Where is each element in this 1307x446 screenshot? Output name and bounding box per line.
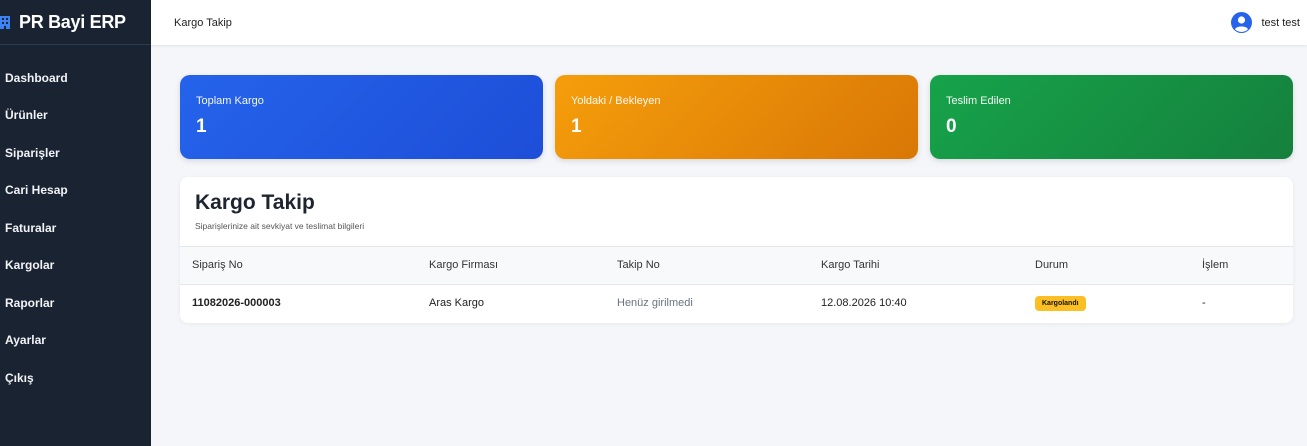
stat-card-total: Toplam Kargo 1 — [180, 75, 543, 159]
panel-header: Kargo Takip Siparişlerinize ait sevkiyat… — [180, 177, 1293, 247]
sidebar-item-dashboard[interactable]: Dashboard — [0, 59, 151, 97]
column-header-tracking-no[interactable]: Takip No — [605, 247, 809, 285]
column-header-carrier[interactable]: Kargo Firması — [417, 247, 605, 285]
cell-action: - — [1202, 297, 1206, 310]
stat-label: Teslim Edilen — [946, 95, 1011, 107]
column-header-action: İşlem — [1190, 247, 1293, 285]
shipment-panel: Kargo Takip Siparişlerinize ait sevkiyat… — [180, 177, 1293, 323]
stat-card-delivered: Teslim Edilen 0 — [930, 75, 1293, 159]
topbar: Kargo Takip test test — [151, 0, 1307, 45]
sidebar-item-reports[interactable]: Raporlar — [0, 284, 151, 322]
cell-date: 12.08.2026 10:40 — [821, 297, 907, 310]
stat-card-pending: Yoldaki / Bekleyen 1 — [555, 75, 918, 159]
column-header-date[interactable]: Kargo Tarihi — [809, 247, 1023, 285]
user-menu[interactable]: test test — [1231, 12, 1300, 33]
sidebar-item-shipments[interactable]: Kargolar — [0, 247, 151, 285]
sidebar-item-invoices[interactable]: Faturalar — [0, 209, 151, 247]
cell-carrier: Aras Kargo — [429, 297, 485, 310]
building-icon — [0, 15, 10, 29]
stat-value: 1 — [196, 116, 207, 137]
stat-value: 1 — [571, 116, 582, 137]
page-title: Kargo Takip — [174, 16, 232, 29]
stat-label: Toplam Kargo — [196, 95, 264, 107]
stat-label: Yoldaki / Bekleyen — [571, 95, 661, 107]
sidebar-item-logout[interactable]: Çıkış — [0, 359, 151, 397]
user-circle-icon — [1231, 12, 1253, 33]
sidebar-item-orders[interactable]: Siparişler — [0, 134, 151, 172]
sidebar-item-accounts[interactable]: Cari Hesap — [0, 172, 151, 210]
table-row[interactable]: 11082026-000003 Aras Kargo Henüz girilme… — [180, 284, 1293, 322]
cell-order-no[interactable]: 11082026-000003 — [180, 284, 417, 322]
cell-tracking-no: Henüz girilmedi — [617, 297, 693, 310]
stat-value: 0 — [946, 116, 957, 137]
sidebar-item-settings[interactable]: Ayarlar — [0, 322, 151, 360]
sidebar: PR Bayi ERP Dashboard Ürünler Siparişler… — [0, 0, 151, 446]
brand[interactable]: PR Bayi ERP — [0, 0, 151, 45]
status-badge: Kargolandı — [1035, 295, 1086, 311]
stats-cards: Toplam Kargo 1 Yoldaki / Bekleyen 1 Tesl… — [180, 75, 1293, 159]
sidebar-item-products[interactable]: Ürünler — [0, 97, 151, 135]
table-header-row: Sipariş No Kargo Firması Takip No Kargo … — [180, 247, 1293, 285]
panel-title: Kargo Takip — [195, 191, 315, 214]
column-header-order-no[interactable]: Sipariş No — [180, 247, 417, 285]
user-name: test test — [1261, 16, 1300, 29]
shipment-table: Sipariş No Kargo Firması Takip No Kargo … — [180, 247, 1293, 322]
cell-status: Kargolandı — [1023, 284, 1190, 322]
sidebar-nav: Dashboard Ürünler Siparişler Cari Hesap … — [0, 59, 151, 397]
panel-subtitle: Siparişlerinize ait sevkiyat ve teslimat… — [195, 221, 365, 231]
brand-name: PR Bayi ERP — [19, 11, 126, 32]
column-header-status[interactable]: Durum — [1023, 247, 1190, 285]
